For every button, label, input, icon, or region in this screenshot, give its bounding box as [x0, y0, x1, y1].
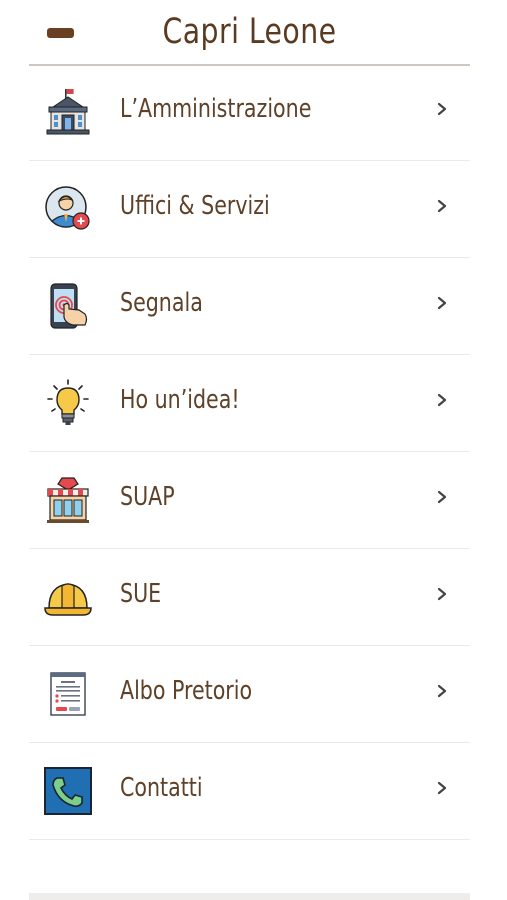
menu-item-label: Uffici & Servizi	[120, 191, 270, 221]
chevron-right-icon	[437, 490, 447, 504]
menu-item-suap[interactable]: SUAP	[29, 452, 470, 549]
menu-item-label: Segnala	[120, 288, 203, 318]
menu-item-sue[interactable]: SUE	[29, 549, 470, 646]
chevron-right-icon	[437, 199, 447, 213]
chevron-right-icon	[437, 102, 447, 116]
office-staff-icon	[43, 184, 93, 234]
menu-item-uffici-servizi[interactable]: Uffici & Servizi	[29, 161, 470, 258]
app-header: Capri Leone	[29, 0, 470, 66]
telephone-icon	[43, 766, 93, 816]
chevron-right-icon	[437, 296, 447, 310]
menu-item-amministrazione[interactable]: L’Amministrazione	[29, 64, 470, 161]
document-list-icon	[43, 669, 93, 719]
lightbulb-icon	[43, 378, 93, 428]
main-menu: L’Amministrazione Uffici & Servizi Segna…	[29, 64, 470, 840]
chevron-right-icon	[437, 684, 447, 698]
menu-item-albo-pretorio[interactable]: Albo Pretorio	[29, 646, 470, 743]
bottom-bar	[29, 893, 470, 900]
menu-item-label: L’Amministrazione	[120, 94, 312, 124]
chevron-right-icon	[437, 781, 447, 795]
phone-tap-icon	[43, 281, 93, 331]
menu-item-label: Ho un’idea!	[120, 385, 240, 415]
menu-item-label: SUAP	[120, 482, 175, 512]
chevron-right-icon	[437, 393, 447, 407]
menu-item-label: SUE	[120, 579, 162, 609]
town-hall-icon	[43, 87, 93, 137]
menu-item-label: Contatti	[120, 773, 203, 803]
chevron-right-icon	[437, 587, 447, 601]
menu-item-contatti[interactable]: Contatti	[29, 743, 470, 840]
shop-icon	[43, 475, 93, 525]
menu-item-idea[interactable]: Ho un’idea!	[29, 355, 470, 452]
menu-item-segnala[interactable]: Segnala	[29, 258, 470, 355]
hard-hat-icon	[43, 572, 93, 622]
menu-item-label: Albo Pretorio	[120, 676, 253, 706]
page-title: Capri Leone	[162, 12, 337, 52]
